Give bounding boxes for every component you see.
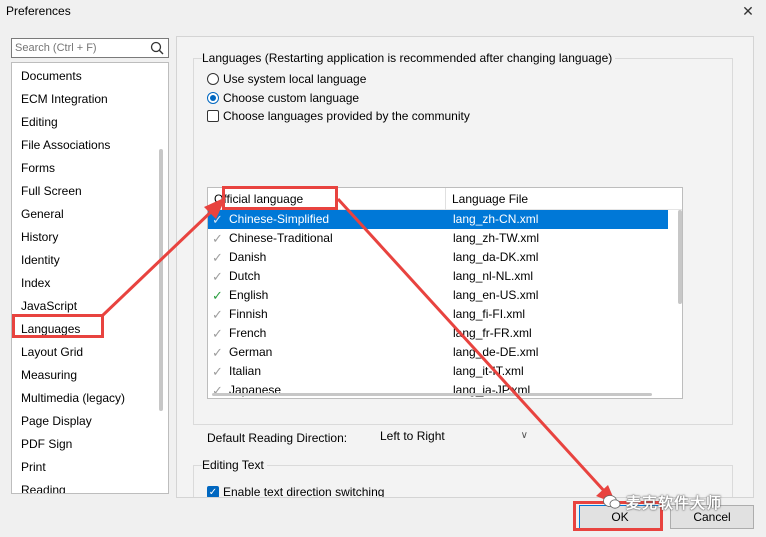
row-language: Chinese-Traditional [229, 231, 333, 245]
radio-selected-icon[interactable] [207, 92, 219, 104]
search-input[interactable] [12, 39, 142, 57]
chevron-down-icon[interactable]: ∨ [521, 425, 528, 447]
check-icon: ✓ [212, 269, 223, 284]
window-title: Preferences [6, 4, 71, 18]
check-icon: ✓ [212, 212, 223, 227]
table-row[interactable]: ✓ French lang_fr-FR.xml [208, 324, 668, 343]
languages-group: Languages (Restarting application is rec… [193, 51, 733, 445]
row-language: Japanese [229, 383, 282, 397]
reading-direction-value: Left to Right [380, 429, 445, 443]
table-row[interactable]: ✓ Danish lang_da-DK.xml [208, 248, 668, 267]
sidebar-item-layout-grid[interactable]: Layout Grid [21, 345, 83, 361]
table-row[interactable]: ✓ Chinese-Simplified lang_zh-CN.xml [208, 210, 668, 229]
table-row[interactable]: ✓ Dutch lang_nl-NL.xml [208, 267, 668, 286]
search-box[interactable] [11, 38, 169, 58]
reading-direction-label: Default Reading Direction: [207, 431, 348, 445]
sidebar-item-reading[interactable]: Reading [21, 483, 66, 493]
check-icon: ✓ [212, 307, 223, 322]
sidebar-item-ecm-integration[interactable]: ECM Integration [21, 92, 108, 108]
row-language: Dutch [229, 269, 261, 283]
table-row[interactable]: ✓ Finnish lang_fi-FI.xml [208, 305, 668, 324]
row-file: lang_zh-TW.xml [453, 231, 540, 245]
row-language: Italian [229, 364, 262, 378]
sidebar-item-javascript[interactable]: JavaScript [21, 299, 77, 315]
table-row[interactable]: ✓ Italian lang_it-IT.xml [208, 362, 668, 381]
row-language: French [229, 326, 267, 340]
checkbox-icon[interactable] [207, 110, 219, 122]
row-file: lang_de-DE.xml [453, 345, 539, 359]
check-icon: ✓ [212, 345, 223, 360]
wechat-icon [603, 495, 621, 509]
sidebar-item-print[interactable]: Print [21, 460, 46, 476]
option-text-direction-label: Enable text direction switching [223, 485, 385, 498]
checkbox-checked-icon[interactable]: ✓ [207, 486, 219, 497]
check-icon: ✓ [212, 326, 223, 341]
annotation-box-chinese-simplified [222, 186, 338, 210]
table-row[interactable]: ✓ German lang_de-DE.xml [208, 343, 668, 362]
check-icon: ✓ [212, 383, 223, 398]
row-language: Chinese-Simplified [229, 212, 330, 226]
row-language: German [229, 345, 273, 359]
sidebar-item-measuring[interactable]: Measuring [21, 368, 77, 384]
column-header-language-file[interactable]: Language File [446, 188, 682, 210]
row-file: lang_fr-FR.xml [453, 326, 532, 340]
option-system-language-label: Use system local language [223, 72, 367, 86]
title-bar: Preferences ✕ [0, 0, 766, 26]
reading-direction-select[interactable]: Left to Right ∨ [364, 425, 534, 447]
row-language: English [229, 288, 269, 302]
option-custom-language-label: Choose custom language [223, 91, 360, 105]
option-community-languages-label: Choose languages provided by the communi… [223, 109, 470, 123]
watermark-text: 麦克软件大师 [626, 495, 723, 512]
row-language: Finnish [229, 307, 268, 321]
row-file: lang_fi-FI.xml [453, 307, 526, 321]
sidebar-item-general[interactable]: General [21, 207, 64, 223]
check-icon: ✓ [212, 288, 223, 303]
check-icon: ✓ [212, 364, 223, 379]
row-file: lang_nl-NL.xml [453, 269, 534, 283]
sidebar-item-page-display[interactable]: Page Display [21, 414, 92, 430]
sidebar-item-file-associations[interactable]: File Associations [21, 138, 110, 154]
table-row[interactable]: ✓ Japanese lang_ja-JP.xml [208, 381, 668, 398]
sidebar-item-editing[interactable]: Editing [21, 115, 58, 131]
close-icon[interactable]: ✕ [738, 1, 758, 21]
row-file: lang_ja-JP.xml [453, 383, 531, 397]
row-file: lang_en-US.xml [453, 288, 539, 302]
languages-group-title: Languages (Restarting application is rec… [202, 51, 616, 65]
row-file: lang_da-DK.xml [453, 250, 539, 264]
search-icon[interactable] [150, 41, 164, 55]
category-list: Documents ECM Integration Editing File A… [11, 62, 169, 494]
sidebar-item-multimedia-legacy[interactable]: Multimedia (legacy) [21, 391, 125, 407]
row-file: lang_it-IT.xml [453, 364, 524, 378]
check-icon: ✓ [212, 250, 223, 265]
annotation-box-languages [12, 314, 104, 338]
table-row[interactable]: ✓ Chinese-Traditional lang_zh-TW.xml [208, 229, 668, 248]
row-language: Danish [229, 250, 267, 264]
table-row[interactable]: ✓ English lang_en-US.xml [208, 286, 668, 305]
table-vertical-scrollbar[interactable] [678, 210, 682, 304]
preferences-window: Preferences ✕ Documents ECM Integration … [0, 0, 766, 537]
language-table[interactable]: Official language Language File ✓ Chines… [207, 187, 683, 399]
editing-text-group-title: Editing Text [202, 458, 267, 472]
radio-icon[interactable] [207, 73, 219, 85]
sidebar-item-identity[interactable]: Identity [21, 253, 60, 269]
sidebar-scrollbar[interactable] [159, 149, 163, 411]
sidebar-item-documents[interactable]: Documents [21, 69, 82, 85]
sidebar-item-full-screen[interactable]: Full Screen [21, 184, 82, 200]
check-icon: ✓ [212, 231, 223, 246]
settings-panel: Languages (Restarting application is rec… [176, 36, 754, 498]
sidebar-item-forms[interactable]: Forms [21, 161, 55, 177]
sidebar-item-history[interactable]: History [21, 230, 58, 246]
sidebar-item-pdf-sign[interactable]: PDF Sign [21, 437, 72, 453]
sidebar-item-index[interactable]: Index [21, 276, 50, 292]
table-horizontal-scrollbar[interactable] [212, 393, 652, 396]
row-file: lang_zh-CN.xml [453, 212, 539, 226]
